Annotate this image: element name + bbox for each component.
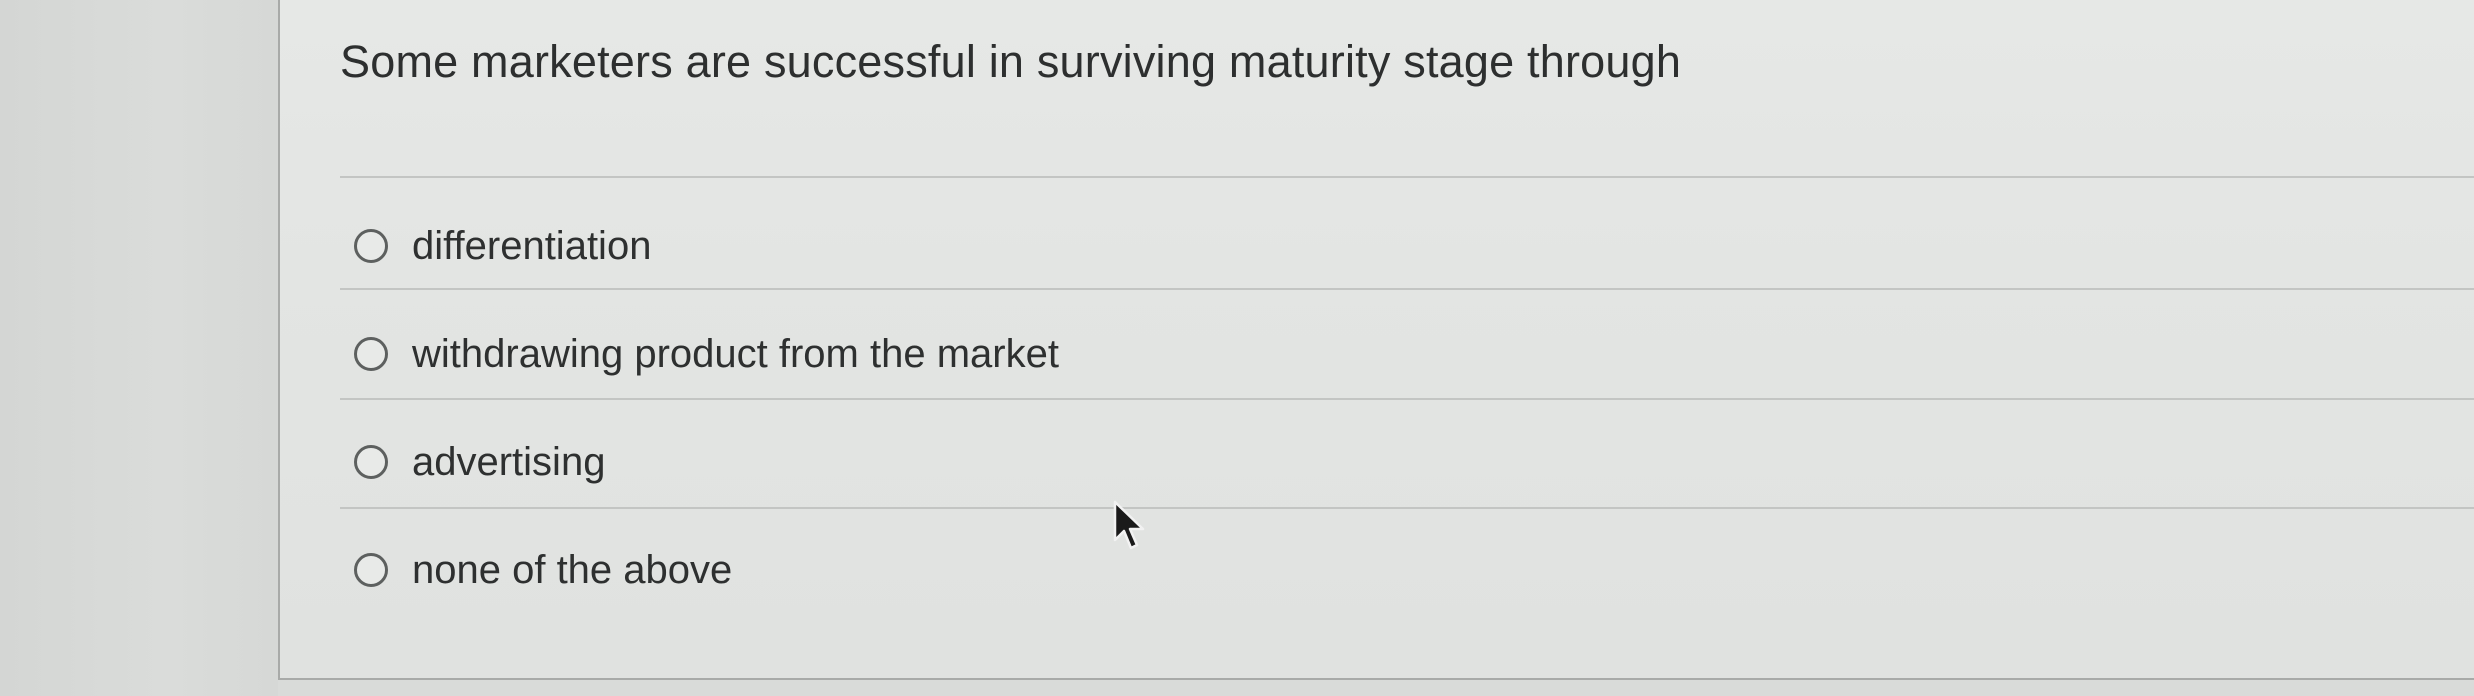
- option-label: withdrawing product from the market: [412, 331, 1059, 376]
- question-card: Some marketers are successful in survivi…: [278, 0, 2474, 680]
- divider: [340, 176, 2474, 178]
- mouse-pointer-icon: [1113, 500, 1145, 550]
- option-label: none of the above: [412, 547, 733, 592]
- radio-button-icon[interactable]: [354, 229, 388, 263]
- option-advertising[interactable]: advertising: [340, 408, 2474, 516]
- divider: [340, 288, 2474, 290]
- option-differentiation[interactable]: differentiation: [340, 192, 2474, 300]
- option-none-of-the-above[interactable]: none of the above: [340, 516, 2474, 624]
- radio-button-icon[interactable]: [354, 337, 388, 371]
- radio-button-icon[interactable]: [354, 445, 388, 479]
- radio-button-icon[interactable]: [354, 553, 388, 587]
- question-text: Some marketers are successful in survivi…: [340, 36, 1682, 87]
- option-withdrawing[interactable]: withdrawing product from the market: [340, 300, 2474, 408]
- divider: [340, 398, 2474, 400]
- page-margin: [0, 0, 278, 696]
- option-label: differentiation: [412, 223, 652, 268]
- divider: [340, 507, 2474, 509]
- option-label: advertising: [412, 439, 606, 484]
